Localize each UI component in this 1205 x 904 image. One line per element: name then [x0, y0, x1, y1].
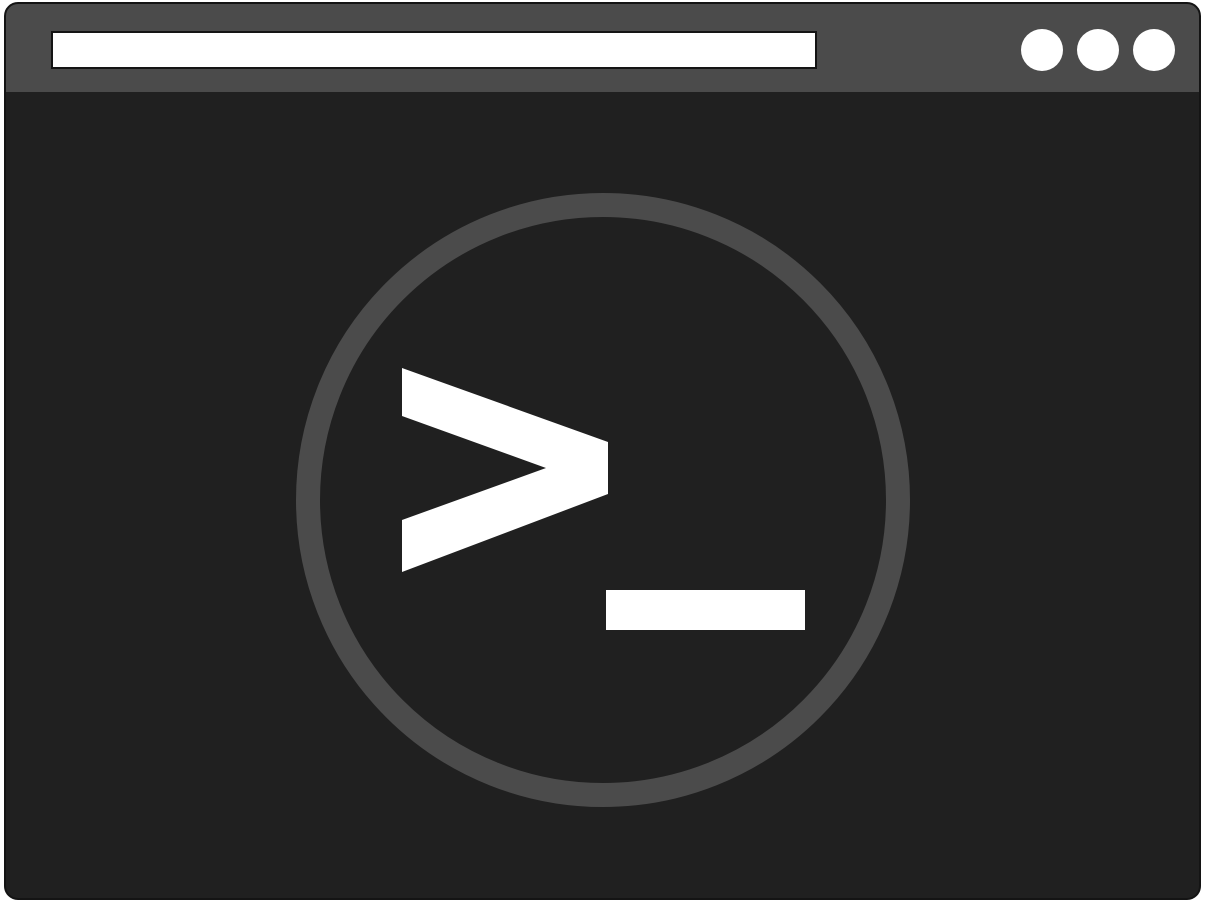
- browser-window: [4, 2, 1201, 900]
- window-controls: [1021, 29, 1175, 71]
- terminal-prompt-icon: [295, 192, 911, 813]
- underscore-glyph: [606, 590, 805, 630]
- window-content: [6, 92, 1199, 898]
- chevron-glyph: [402, 368, 608, 572]
- window-control-dot-2-circle-icon[interactable]: [1077, 29, 1119, 71]
- emblem-ring: [296, 193, 910, 807]
- title-bar: [6, 4, 1199, 92]
- window-control-dot-1-circle-icon[interactable]: [1021, 29, 1063, 71]
- address-bar[interactable]: [51, 31, 817, 69]
- window-control-dot-3-circle-icon[interactable]: [1133, 29, 1175, 71]
